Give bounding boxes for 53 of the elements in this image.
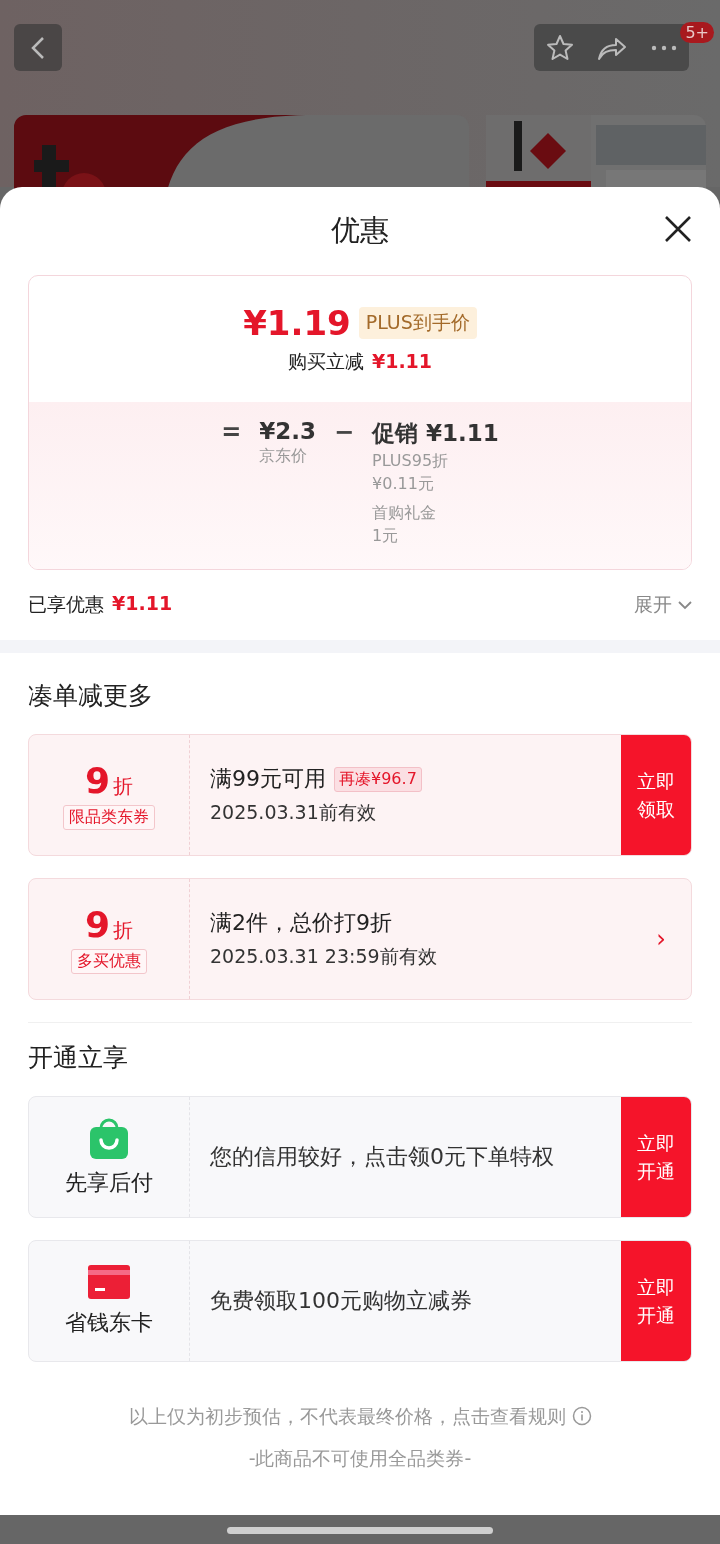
back-icon xyxy=(31,35,45,60)
back-button[interactable] xyxy=(14,24,62,71)
activate-button[interactable]: 立即开通 xyxy=(621,1097,691,1217)
offer-text: 免费领取100元购物立减券 xyxy=(210,1287,473,1315)
favorite-button[interactable] xyxy=(545,33,574,62)
offer-name: 省钱东卡 xyxy=(65,1309,153,1337)
chevron-button[interactable]: › xyxy=(631,879,691,999)
discount-label: 已享优惠 xyxy=(28,592,104,617)
discount-value: ¥1.11 xyxy=(112,592,173,616)
coupon-validity: 2025.03.31 23:59前有效 xyxy=(210,944,438,969)
promotion-name: 首购礼金 xyxy=(372,502,438,524)
coupon-tag: 多买优惠 xyxy=(71,949,147,974)
coupon-hint: 再凑¥96.7 xyxy=(334,766,422,792)
equals-sign: = xyxy=(221,418,242,448)
disclaimer-text: 以上仅为初步预估，不代表最终价格，点击查看规则 xyxy=(128,1404,566,1429)
activate-button[interactable]: 立即开通 xyxy=(621,1241,691,1361)
coupon-validity: 2025.03.31前有效 xyxy=(210,800,377,825)
promotion-amount: 1元 xyxy=(372,525,400,547)
notification-badge: 5+ xyxy=(680,22,714,43)
chevron-down-icon xyxy=(678,600,692,610)
star-icon xyxy=(545,33,574,62)
close-button[interactable] xyxy=(664,215,692,243)
promotion-amount: ¥0.11元 xyxy=(372,473,435,495)
price-tag: PLUS到手价 xyxy=(358,307,477,339)
discount-unit: 折 xyxy=(113,917,134,944)
info-icon xyxy=(571,1405,592,1426)
more-icon xyxy=(651,44,678,51)
close-icon xyxy=(664,215,692,243)
promotion-total: 促销 ¥1.11 xyxy=(372,419,499,448)
base-price: ¥2.3 xyxy=(259,418,316,444)
base-price-label: 京东价 xyxy=(259,445,309,467)
minus-sign: − xyxy=(334,418,355,448)
expand-button[interactable]: 展开 xyxy=(634,592,692,618)
saving-label: 购买立减 xyxy=(287,349,364,374)
sheet-title: 优惠 xyxy=(331,212,389,249)
offer-name: 先享后付 xyxy=(65,1169,153,1197)
coupon-tag: 限品类东券 xyxy=(63,805,155,830)
section-heading: 凑单减更多 xyxy=(27,680,154,712)
saving-value: ¥1.11 xyxy=(371,350,433,372)
coupon-condition: 满99元可用 xyxy=(210,765,326,793)
note-text: -此商品不可使用全品类券- xyxy=(248,1446,472,1471)
offer-text: 您的信用较好，点击领0元下单特权 xyxy=(210,1143,555,1171)
more-button[interactable] xyxy=(651,44,678,51)
discount-number: 9 xyxy=(84,760,111,801)
discount-number: 9 xyxy=(84,904,111,945)
claim-button[interactable]: 立即领取 xyxy=(621,735,691,855)
coupon-condition: 满2件，总价打9折 xyxy=(210,909,392,937)
final-price: ¥1.19 xyxy=(243,303,351,343)
discount-unit: 折 xyxy=(113,773,134,800)
promotion-name: PLUS95折 xyxy=(372,450,450,472)
shopping-bag-icon xyxy=(87,1116,131,1160)
section-heading: 开通立享 xyxy=(27,1042,129,1074)
card-icon xyxy=(87,1264,131,1300)
